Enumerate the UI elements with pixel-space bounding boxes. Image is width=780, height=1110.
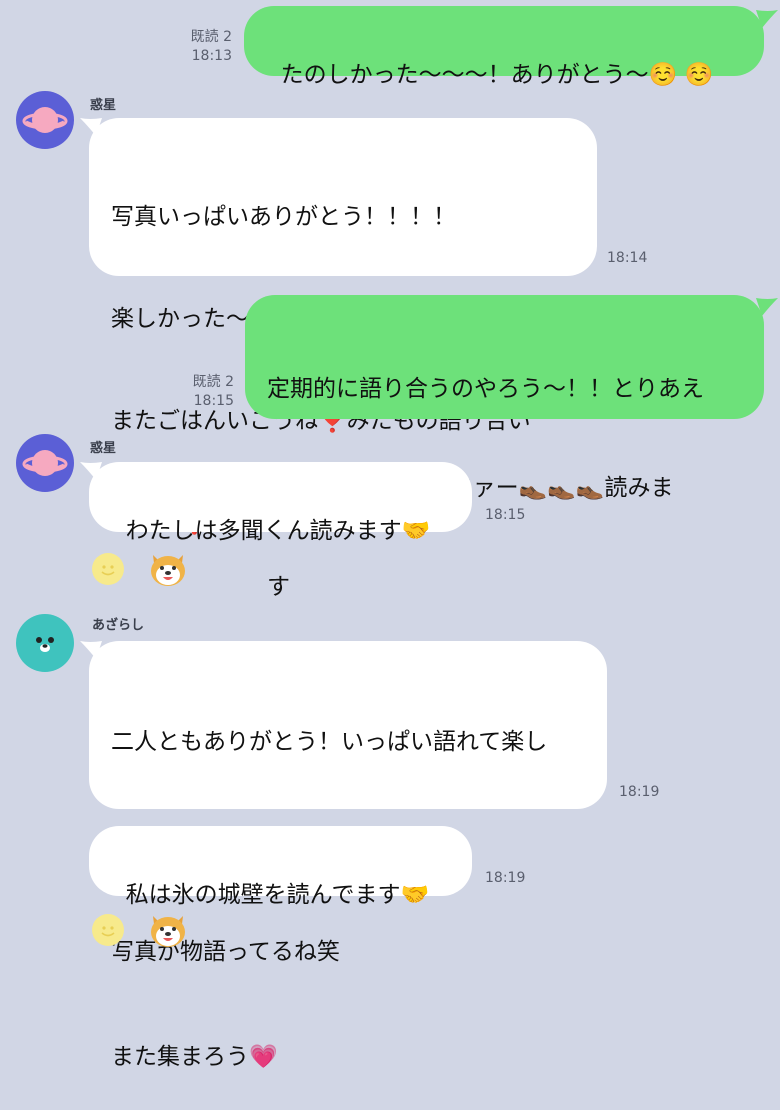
message-time: 18:14 bbox=[607, 250, 648, 266]
bubble-tail bbox=[756, 298, 778, 316]
message-bubble-incoming[interactable]: 二人ともありがとう！いっぱい語れて楽し かった🥳 写真が物語ってるね笑 また集ま… bbox=[89, 641, 607, 1070]
sender-name: あざらし bbox=[92, 618, 145, 633]
message-time: 18:13 bbox=[191, 48, 232, 64]
bubble-tail bbox=[756, 10, 778, 28]
shiba-sticker-icon[interactable] bbox=[147, 910, 189, 950]
message-text: 私は氷の城壁を読んでます🤝 bbox=[125, 882, 430, 908]
message-bubble-incoming[interactable]: 写真いっぱいありがとう！！！！ 楽しかった〜✨ またごはんいこうね❣️みたもの語… bbox=[89, 118, 597, 536]
message-time: 18:19 bbox=[619, 784, 660, 800]
message-line: また集まろう💗 bbox=[111, 1044, 278, 1070]
message-time: 18:19 bbox=[485, 870, 526, 886]
shiba-sticker-icon[interactable] bbox=[147, 549, 189, 589]
message-bubble-incoming[interactable]: わたしは多聞くん読みます🤝 bbox=[89, 462, 472, 544]
planet-avatar-icon[interactable] bbox=[16, 434, 74, 492]
message-time: 18:15 bbox=[193, 393, 234, 409]
read-count: 既読 2 bbox=[190, 29, 232, 45]
message-bubble-incoming[interactable]: 私は氷の城壁を読んでます🤝 bbox=[89, 826, 472, 908]
message-line: 写真いっぱいありがとう！！！！ bbox=[111, 204, 456, 230]
message-text: たのしかった〜〜〜！ありがとう〜☺️ ☺️ bbox=[280, 62, 714, 88]
message-bubble-outgoing[interactable]: たのしかった〜〜〜！ありがとう〜☺️ ☺️ bbox=[244, 6, 764, 88]
smiley-reaction-icon[interactable] bbox=[92, 914, 124, 946]
read-receipt: 既読 2 18:13 bbox=[170, 28, 232, 66]
message-line: 二人ともありがとう！いっぱい語れて楽し bbox=[111, 729, 548, 755]
message-text: わたしは多聞くん読みます🤝 bbox=[125, 518, 431, 544]
read-count: 既読 2 bbox=[192, 374, 234, 390]
planet-avatar-icon[interactable] bbox=[16, 91, 74, 149]
read-receipt: 既読 2 18:15 bbox=[172, 373, 234, 411]
smiley-reaction-icon[interactable] bbox=[92, 553, 124, 585]
sender-name: 惑星 bbox=[90, 98, 117, 113]
message-bubble-outgoing[interactable]: 定期的に語り合うのやろう〜！！とりあえ ずスキップとローファー👞👞👞読みま す bbox=[245, 295, 764, 600]
seal-avatar-icon[interactable] bbox=[16, 614, 74, 672]
message-line: 定期的に語り合うのやろう〜！！とりあえ bbox=[267, 376, 704, 402]
message-time: 18:15 bbox=[485, 507, 526, 523]
sender-name: 惑星 bbox=[90, 441, 117, 456]
message-line: す bbox=[267, 574, 290, 600]
